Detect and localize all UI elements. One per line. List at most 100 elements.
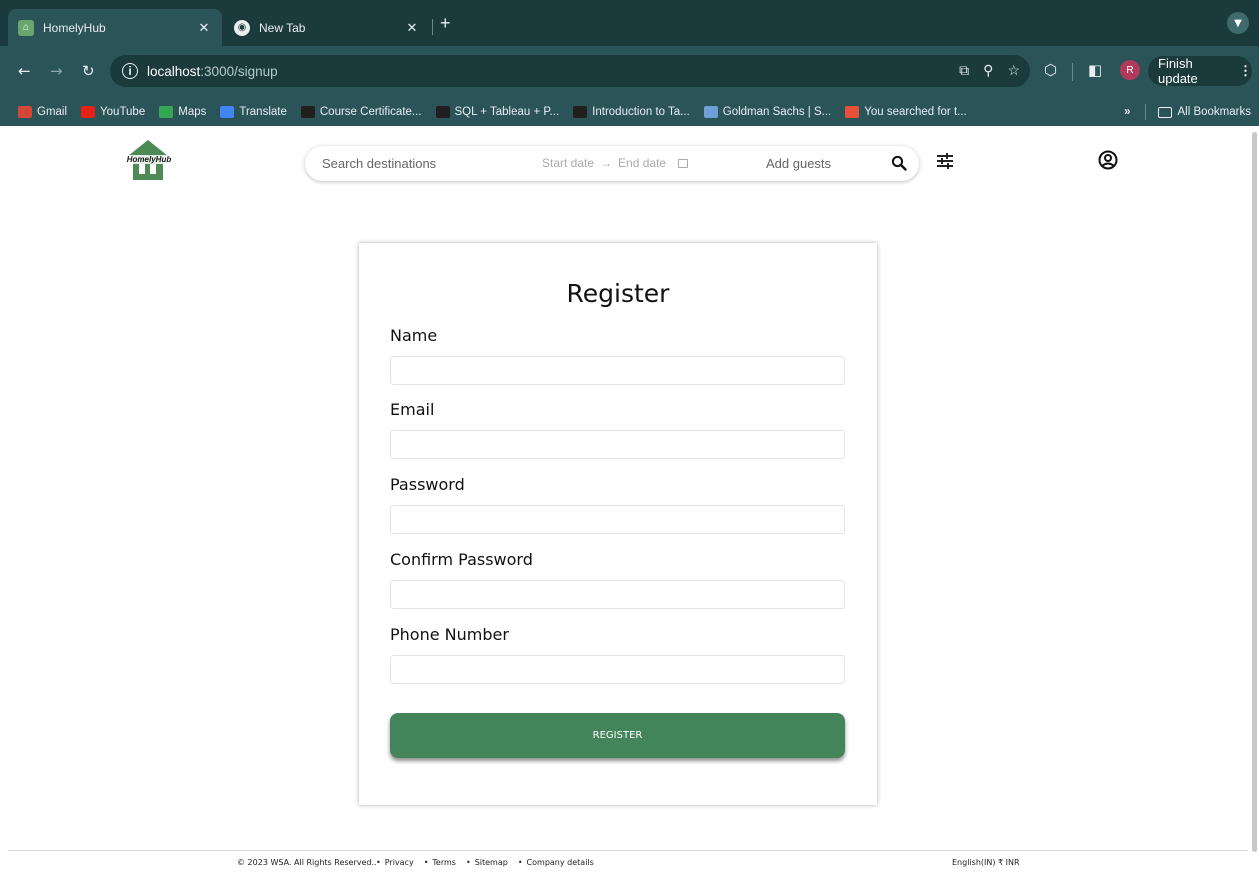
add-guests-field[interactable]: Add guests xyxy=(766,156,831,171)
page-title: Register xyxy=(566,279,670,308)
bookmark-item[interactable]: Maps xyxy=(159,106,206,118)
homelyhub-logo[interactable]: HomelyHub xyxy=(124,138,174,184)
bookmark-label: You searched for t... xyxy=(864,106,967,118)
arrow-right-icon: → xyxy=(600,156,613,170)
tab-homelyhub[interactable]: ⌂ HomelyHub ✕ xyxy=(8,9,222,46)
finish-update-label: Finish update xyxy=(1158,56,1198,86)
address-bar[interactable]: i localhost:3000/signup ⧉ ⚲ ☆ xyxy=(110,55,1030,87)
chevron-down-icon[interactable]: ▼ xyxy=(1227,12,1249,34)
bookmark-favicon-icon xyxy=(220,106,235,118)
avatar[interactable]: R xyxy=(1120,60,1140,80)
bookmark-label: Introduction to Ta... xyxy=(592,106,690,118)
house-favicon-icon: ⌂ xyxy=(18,19,34,36)
end-date-field: End date xyxy=(618,156,667,170)
bookmark-item[interactable]: Goldman Sachs | S... xyxy=(703,106,832,118)
register-button[interactable]: REGISTER xyxy=(390,713,845,758)
extensions-icon[interactable]: ⬡ xyxy=(1044,61,1057,79)
bookmark-label: Gmail xyxy=(37,106,68,118)
close-icon[interactable]: ✕ xyxy=(196,20,212,36)
side-panel-icon[interactable]: ◧ xyxy=(1088,61,1102,79)
phone-number-label: Phone Number xyxy=(390,625,509,644)
password-label: Password xyxy=(390,475,465,494)
confirm-password-label: Confirm Password xyxy=(390,550,533,569)
bookmarks-right: » All Bookmarks xyxy=(1124,98,1251,126)
bookmark-favicon-icon xyxy=(703,106,718,118)
address-bar-actions: ⧉ ⚲ ☆ xyxy=(959,62,1020,79)
bookmarks-divider xyxy=(1144,104,1146,120)
bookmark-item[interactable]: Course Certificate... xyxy=(300,106,422,118)
logo-roof xyxy=(128,140,168,156)
bookmark-item[interactable]: SQL + Tableau + P... xyxy=(435,106,560,118)
search-bar[interactable]: Search destinations Start date → End dat… xyxy=(305,146,919,181)
bookmark-item[interactable]: Translate xyxy=(220,106,287,118)
footer-link-company-details[interactable]: Company details xyxy=(518,858,594,867)
double-chevron-right-icon[interactable]: » xyxy=(1124,106,1130,118)
bookmarks-bar: Gmail YouTube Maps Translate Course Certific… xyxy=(0,98,1259,126)
tab-divider xyxy=(432,19,433,35)
zoom-icon[interactable]: ⚲ xyxy=(983,62,993,79)
close-icon[interactable]: ✕ xyxy=(404,20,420,36)
password-field[interactable] xyxy=(390,505,845,534)
kebab-menu-icon[interactable]: ⋮ xyxy=(1239,63,1252,79)
locale-currency-selector[interactable]: English(IN) ₹ INR xyxy=(952,858,1020,867)
bookmark-label: Translate xyxy=(239,106,287,118)
url-host: localhost xyxy=(147,63,201,79)
confirm-password-field[interactable] xyxy=(390,580,845,609)
logo-window xyxy=(139,164,145,174)
info-icon[interactable]: i xyxy=(122,63,138,79)
page-scrollbar[interactable] xyxy=(1252,132,1257,852)
bookmark-favicon-icon xyxy=(300,106,315,118)
account-circle-icon[interactable] xyxy=(1098,150,1118,170)
bookmark-item[interactable]: Gmail xyxy=(18,106,67,118)
search-destinations-field[interactable]: Search destinations xyxy=(322,156,436,171)
bookmark-label: YouTube xyxy=(100,106,146,118)
bookmark-item[interactable]: You searched for t... xyxy=(845,106,967,118)
all-bookmarks-link[interactable]: All Bookmarks xyxy=(1178,106,1252,118)
tab-new-tab[interactable]: ◉ New Tab ✕ xyxy=(224,9,430,46)
footer: © 2023 WSA. All Rights Reserved.. Privac… xyxy=(0,856,1259,876)
browser-tab-strip: ⌂ HomelyHub ✕ ◉ New Tab ✕ + ▼ xyxy=(0,0,1259,46)
tab-title: HomelyHub xyxy=(43,20,106,35)
logo-window xyxy=(150,164,156,174)
bookmark-item[interactable]: Introduction to Ta... xyxy=(573,106,690,118)
bookmark-favicon-icon xyxy=(81,106,96,118)
folder-icon xyxy=(1157,106,1172,118)
browser-toolbar: ← → ↻ i localhost:3000/signup ⧉ ⚲ ☆ ⬡ ◧ … xyxy=(0,46,1259,98)
logo-text: HomelyHub xyxy=(124,155,174,164)
bookmark-favicon-icon xyxy=(18,106,32,118)
footer-divider xyxy=(8,850,1248,851)
bookmark-label: Goldman Sachs | S... xyxy=(722,106,832,118)
bookmark-favicon-icon xyxy=(573,106,588,118)
bookmark-item[interactable]: YouTube xyxy=(81,106,145,118)
forward-arrow-icon[interactable]: → xyxy=(50,62,63,80)
back-arrow-icon[interactable]: ← xyxy=(18,62,31,80)
page-content: HomelyHub Search destinations Start date… xyxy=(0,126,1259,889)
name-label: Name xyxy=(390,326,438,345)
tab-title: New Tab xyxy=(259,20,306,35)
star-icon[interactable]: ☆ xyxy=(1007,62,1020,79)
email-label: Email xyxy=(390,400,435,419)
search-icon[interactable] xyxy=(891,155,907,171)
chrome-favicon-icon: ◉ xyxy=(234,19,250,36)
footer-link-privacy[interactable]: Privacy xyxy=(376,858,414,867)
phone-number-field[interactable] xyxy=(390,655,845,684)
name-field[interactable] xyxy=(390,356,845,385)
date-range-picker[interactable]: Start date → End date xyxy=(542,156,689,170)
footer-link-terms[interactable]: Terms xyxy=(424,858,456,867)
plus-icon[interactable]: + xyxy=(440,13,451,34)
footer-link-sitemap[interactable]: Sitemap xyxy=(466,858,508,867)
bookmark-label: Maps xyxy=(178,106,207,118)
finish-update-button[interactable]: Finish update ⋮ xyxy=(1148,56,1252,86)
copyright-text: © 2023 WSA. All Rights Reserved.. xyxy=(237,858,377,867)
email-field[interactable] xyxy=(390,430,845,459)
bookmark-label: SQL + Tableau + P... xyxy=(454,106,560,118)
filter-sliders-icon[interactable] xyxy=(936,152,954,170)
toolbar-divider xyxy=(1072,63,1073,81)
install-app-icon[interactable]: ⧉ xyxy=(959,62,969,79)
bookmark-favicon-icon xyxy=(159,106,174,118)
bookmark-favicon-icon xyxy=(435,106,450,118)
reload-icon[interactable]: ↻ xyxy=(82,62,95,80)
register-card: Register Name Email Password Confirm Pas… xyxy=(359,243,877,805)
footer-links: Privacy Terms Sitemap Company details xyxy=(376,858,594,867)
start-date-field: Start date xyxy=(542,156,595,170)
